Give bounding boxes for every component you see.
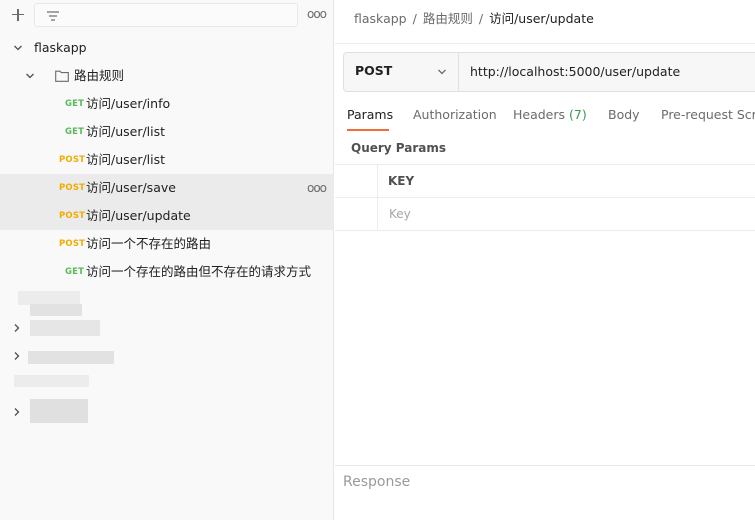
redacted-block: [28, 351, 114, 364]
folder-name: 路由规则: [74, 68, 125, 83]
filter-icon: [47, 11, 59, 21]
app-window: ooo flaskapp 路由规则 GET 访问/user/info GET 访…: [0, 0, 755, 520]
query-params-title: Query Params: [351, 141, 447, 155]
collection-name: flaskapp: [34, 40, 87, 55]
chevron-right-icon[interactable]: [12, 351, 22, 361]
response-label: Response: [343, 474, 411, 490]
request-tabs: Params Authorization Headers (7) Body Pr…: [335, 100, 755, 132]
request-label: 访问一个不存在的路由: [86, 236, 212, 251]
request-item[interactable]: POST 访问一个不存在的路由: [0, 230, 334, 258]
folder-row[interactable]: 路由规则: [0, 62, 334, 90]
divider: [335, 197, 755, 198]
divider: [377, 165, 378, 231]
method-select[interactable]: POST: [344, 53, 459, 91]
method-badge: GET: [65, 127, 85, 137]
sidebar-toolbar: ooo: [0, 0, 334, 32]
active-tab-indicator: [347, 129, 389, 131]
method-value: POST: [355, 63, 393, 78]
request-item[interactable]: GET 访问一个存在的路由但不存在的请求方式: [0, 258, 334, 286]
headers-count: (7): [569, 107, 587, 122]
url-input[interactable]: http://localhost:5000/user/update: [470, 64, 680, 79]
breadcrumb-collection[interactable]: flaskapp: [354, 11, 407, 26]
method-badge: GET: [65, 99, 85, 109]
method-badge: POST: [59, 183, 86, 193]
request-item[interactable]: GET 访问/user/info: [0, 90, 334, 118]
tab-prerequest-script[interactable]: Pre-request Scri: [661, 107, 755, 122]
chevron-down-icon[interactable]: [25, 71, 35, 81]
folder-icon: [55, 70, 69, 82]
chevron-right-icon[interactable]: [12, 323, 22, 333]
breadcrumb-folder[interactable]: 路由规则: [423, 11, 473, 26]
divider: [335, 465, 755, 466]
tab-headers-label: Headers: [513, 107, 566, 122]
redacted-block: [30, 320, 100, 336]
request-label: 访问/user/list: [86, 124, 166, 139]
more-dots-icon[interactable]: ooo: [307, 8, 327, 20]
request-label: 访问一个存在的路由但不存在的请求方式: [86, 264, 312, 279]
key-input[interactable]: Key: [389, 207, 411, 221]
request-item[interactable]: POST 访问/user/update: [0, 202, 334, 230]
breadcrumb-separator: /: [412, 11, 417, 26]
divider: [335, 43, 755, 44]
request-label: 访问/user/list: [86, 152, 166, 167]
tab-authorization[interactable]: Authorization: [413, 107, 497, 122]
request-item[interactable]: POST 访问/user/list: [0, 146, 334, 174]
request-label: 访问/user/info: [86, 96, 171, 111]
redacted-block: [30, 399, 88, 423]
query-params-table: KEY Key: [335, 164, 755, 231]
collection-row[interactable]: flaskapp: [0, 34, 334, 62]
request-editor: flaskapp / 路由规则 / 访问/user/update POST http:/…: [335, 0, 755, 520]
breadcrumb: flaskapp / 路由规则 / 访问/user/update: [354, 10, 594, 28]
tab-params[interactable]: Params: [347, 107, 393, 122]
column-header-key: KEY: [388, 174, 415, 188]
chevron-right-icon[interactable]: [12, 407, 22, 417]
method-badge: POST: [59, 211, 86, 221]
chevron-down-icon[interactable]: [13, 43, 23, 53]
filter-input[interactable]: [34, 3, 298, 27]
request-item[interactable]: GET 访问/user/list: [0, 118, 334, 146]
request-label: 访问/user/update: [86, 208, 191, 223]
sidebar: ooo flaskapp 路由规则 GET 访问/user/info GET 访…: [0, 0, 334, 520]
redacted-block: [30, 304, 82, 316]
request-item[interactable]: POST 访问/user/save ooo: [0, 174, 334, 202]
breadcrumb-separator: /: [478, 11, 484, 26]
redacted-block: [18, 291, 80, 305]
more-dots-icon[interactable]: ooo: [307, 182, 327, 194]
tab-body[interactable]: Body: [608, 107, 640, 122]
request-label: 访问/user/save: [86, 180, 176, 195]
redacted-block: [14, 375, 89, 387]
chevron-down-icon: [438, 69, 446, 75]
method-badge: POST: [59, 239, 86, 249]
tab-headers[interactable]: Headers (7): [513, 107, 587, 122]
url-bar: POST http://localhost:5000/user/update: [343, 52, 755, 92]
method-badge: POST: [59, 155, 86, 165]
method-badge: GET: [65, 267, 85, 277]
breadcrumb-request[interactable]: 访问/user/update: [489, 11, 594, 26]
plus-icon[interactable]: [8, 5, 28, 25]
